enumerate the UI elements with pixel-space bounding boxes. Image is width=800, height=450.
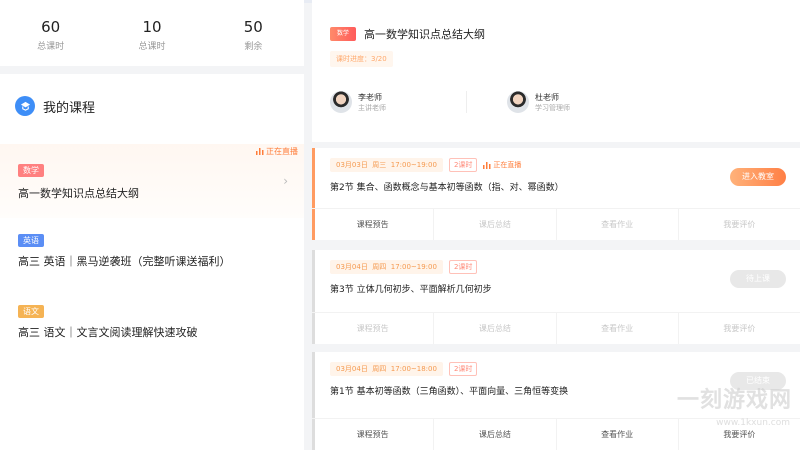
lesson-card: 03月03日 周三 17:00~19:00 2课时 正在直播 第2节 集合、函数… [312, 148, 800, 240]
homework-button[interactable]: 查看作业 [555, 313, 678, 344]
avatar [507, 91, 529, 113]
my-courses-title: 我的课程 [43, 100, 96, 116]
lesson-weekday: 周四 [372, 365, 387, 373]
teacher-name: 杜老师 [535, 92, 559, 102]
subject-badge: 数学 [330, 27, 356, 41]
teacher-role: 主讲老师 [358, 103, 386, 112]
lesson-time-tag: 03月04日 周四 17:00~18:00 [330, 362, 443, 376]
lesson-tags: 03月04日 周四 17:00~18:00 2课时 [330, 362, 478, 376]
subject-badge: 语文 [18, 305, 44, 318]
avatar [330, 91, 352, 113]
lesson-actions: 课程预告 课后总结 查看作业 我要评价 [312, 312, 800, 344]
lesson-card: 03月04日 周四 17:00~19:00 2课时 第3节 立体几何初步、平面解… [312, 250, 800, 344]
stat-label: 总课时 [37, 42, 65, 52]
lesson-date: 03月03日 [336, 161, 368, 169]
course-icon [15, 96, 35, 116]
lesson-title: 第3节 立体几何初步、平面解析几何初步 [330, 285, 492, 295]
lesson-time: 17:00~19:00 [390, 263, 437, 271]
stat-label: 总课时 [138, 42, 166, 52]
stat-done-hours: 10 总课时 [101, 0, 202, 66]
lesson-time: 17:00~18:00 [390, 365, 437, 373]
teacher-lead: 李老师 主讲老师 [330, 91, 466, 113]
lesson-length-tag: 2课时 [448, 158, 478, 172]
course-header-card: 数学 高一数学知识点总结大纲 课时进度：3/20 李老师 主讲老师 杜老师 学习… [312, 0, 800, 142]
stat-value: 60 [41, 18, 61, 36]
left-panel: 60 总课时 10 总课时 50 剩余 我的课程 正在直播 数学 高一数学知识点… [0, 0, 304, 450]
review-button[interactable]: 我要评价 [677, 313, 800, 344]
progress-tag: 课时进度：3/20 [330, 51, 393, 67]
course-title: 高三 英语｜黑马逆袭班（完整听课送福利） [18, 255, 231, 268]
lesson-actions: 课程预告 课后总结 查看作业 我要评价 [312, 208, 800, 240]
preview-button[interactable]: 课程预告 [312, 209, 433, 240]
preview-button[interactable]: 课程预告 [312, 313, 433, 344]
lesson-tags: 03月03日 周三 17:00~19:00 2课时 正在直播 [330, 158, 521, 172]
lesson-weekday: 周四 [372, 263, 387, 271]
lesson-tags: 03月04日 周四 17:00~19:00 2课时 [330, 260, 478, 274]
lesson-length-tag: 2课时 [448, 362, 478, 376]
summary-button[interactable]: 课后总结 [433, 209, 555, 240]
course-item-english[interactable]: 英语 高三 英语｜黑马逆袭班（完整听课送福利） [0, 228, 304, 269]
watermark-url: www.1kxun.com [716, 418, 790, 428]
my-courses-header: 我的课程 [0, 80, 304, 132]
enter-classroom-button[interactable]: 进入教室 [730, 168, 786, 186]
lesson-date: 03月04日 [336, 365, 368, 373]
stat-value: 10 [142, 18, 162, 36]
live-bars-icon [483, 161, 491, 169]
summary-button[interactable]: 课后总结 [433, 419, 555, 450]
lesson-time-tag: 03月04日 周四 17:00~19:00 [330, 260, 443, 274]
live-bars-icon [256, 148, 264, 155]
stat-total-hours: 60 总课时 [0, 0, 101, 66]
teacher-role: 学习管理师 [535, 103, 570, 112]
live-label: 正在直播 [266, 147, 298, 156]
lesson-title: 第2节 集合、函数概念与基本初等函数（指、对、幂函数） [330, 183, 564, 193]
live-indicator: 正在直播 [483, 160, 521, 170]
course-title: 高一数学知识点总结大纲 [364, 28, 485, 41]
course-title: 高三 语文｜文言文阅读理解快速攻破 [18, 326, 198, 339]
lesson-title: 第1节 基本初等函数（三角函数）、平面向量、三角恒等变换 [330, 387, 569, 397]
summary-button[interactable]: 课后总结 [433, 313, 555, 344]
course-title: 高一数学知识点总结大纲 [18, 187, 139, 200]
preview-button[interactable]: 课程预告 [312, 419, 433, 450]
homework-button[interactable]: 查看作业 [555, 419, 678, 450]
course-item-chinese[interactable]: 语文 高三 语文｜文言文阅读理解快速攻破 [0, 299, 304, 340]
stats-bar: 60 总课时 10 总课时 50 剩余 [0, 0, 304, 74]
subject-badge: 数学 [18, 164, 44, 177]
lesson-weekday: 周三 [372, 161, 387, 169]
live-label: 正在直播 [493, 161, 522, 169]
stat-remaining: 50 剩余 [203, 0, 304, 66]
course-item-math[interactable]: 正在直播 数学 高一数学知识点总结大纲 › [0, 144, 304, 218]
lesson-time: 17:00~19:00 [390, 161, 437, 169]
review-button[interactable]: 我要评价 [677, 209, 800, 240]
teacher-name: 李老师 [358, 92, 382, 102]
lesson-date: 03月04日 [336, 263, 368, 271]
subject-badge: 英语 [18, 234, 44, 247]
live-indicator: 正在直播 [256, 146, 298, 157]
lesson-length-tag: 2课时 [448, 260, 478, 274]
waiting-button[interactable]: 待上课 [730, 270, 786, 288]
watermark-logo: 一刻游戏网 [676, 388, 792, 413]
teacher-manager: 杜老师 学习管理师 [466, 91, 646, 113]
stat-label: 剩余 [244, 42, 263, 52]
teacher-list: 李老师 主讲老师 杜老师 学习管理师 [330, 91, 782, 113]
chevron-right-icon: › [283, 174, 288, 188]
stat-value: 50 [243, 18, 263, 36]
homework-button[interactable]: 查看作业 [555, 209, 678, 240]
lesson-time-tag: 03月03日 周三 17:00~19:00 [330, 158, 443, 172]
